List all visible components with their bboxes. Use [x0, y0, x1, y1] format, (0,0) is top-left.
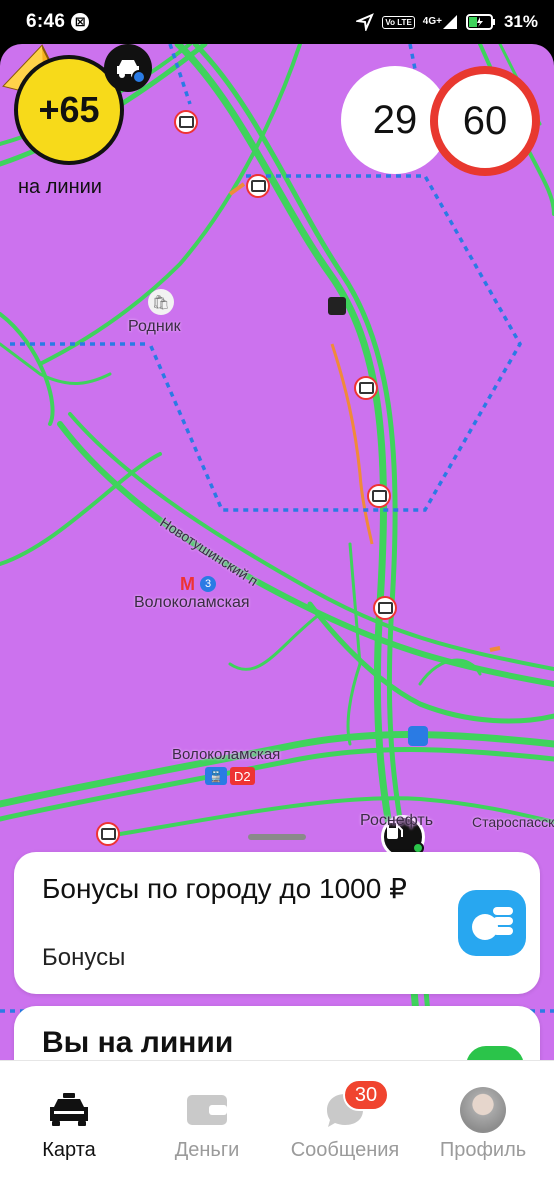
- battery-icon: [465, 14, 496, 30]
- avatar: [460, 1087, 506, 1133]
- gesture-bar: [0, 1176, 554, 1200]
- driver-status-label: на линии: [18, 176, 102, 198]
- traffic-light-icon: [328, 297, 346, 315]
- app-notification-icon: ⊠: [71, 13, 90, 31]
- metro-icon: M: [180, 574, 195, 594]
- map-label-starospassk: Староспасск: [472, 814, 554, 830]
- car-status-icon[interactable]: [104, 44, 152, 92]
- bonus-card-title: Бонусы по городу до 1000 ₽: [42, 873, 407, 904]
- online-status-title: Вы на линии: [42, 1026, 234, 1059]
- train-line-badge: D2: [230, 767, 255, 785]
- tab-messages[interactable]: 30 Сообщения: [276, 1061, 414, 1171]
- car-icon: [45, 1087, 93, 1133]
- chat-icon: 30: [321, 1079, 389, 1133]
- status-bar: 6:46 ⊠ Vo LTE 4G+ 31%: [0, 0, 554, 44]
- battery-percent: 31%: [503, 12, 538, 31]
- signal-icon: 4G+: [423, 14, 458, 30]
- location-icon: [356, 13, 375, 31]
- shopping-bag-icon[interactable]: 🛍: [148, 289, 174, 315]
- bonus-card-subtitle: Бонусы: [42, 944, 126, 971]
- map-label-train-station: Волоколамская: [172, 746, 281, 763]
- status-time: 6:46: [26, 11, 66, 32]
- speed-camera-icon[interactable]: [367, 484, 391, 508]
- coins-icon: [458, 890, 526, 956]
- speed-camera-icon[interactable]: [354, 376, 378, 400]
- messages-count-badge: 30: [343, 1079, 389, 1111]
- driver-score: +65: [38, 89, 100, 130]
- speed-limit-sign: 60: [430, 66, 540, 176]
- tab-profile[interactable]: Профиль: [414, 1061, 552, 1171]
- metro-line-badge: 3: [200, 576, 216, 592]
- sheet-drag-handle[interactable]: [248, 834, 306, 840]
- tab-money[interactable]: Деньги: [138, 1061, 276, 1171]
- train-icon: 🚆: [205, 767, 227, 785]
- parking-icon: [408, 726, 428, 746]
- map-label-metro-station: Волоколамская: [134, 594, 250, 611]
- wallet-icon: [183, 1087, 231, 1133]
- speed-camera-icon[interactable]: [373, 596, 397, 620]
- speed-camera-icon[interactable]: [174, 110, 198, 134]
- speed-camera-icon[interactable]: [96, 822, 120, 846]
- volte-icon: Vo LTE: [382, 15, 415, 29]
- map-label-rosneft: Роснефть: [360, 812, 434, 829]
- speed-camera-icon[interactable]: [246, 174, 270, 198]
- map-label-rodnik: Родник: [128, 318, 181, 335]
- tab-map[interactable]: Карта: [0, 1061, 138, 1171]
- bonus-card[interactable]: Бонусы по городу до 1000 ₽ Бонусы: [14, 852, 540, 994]
